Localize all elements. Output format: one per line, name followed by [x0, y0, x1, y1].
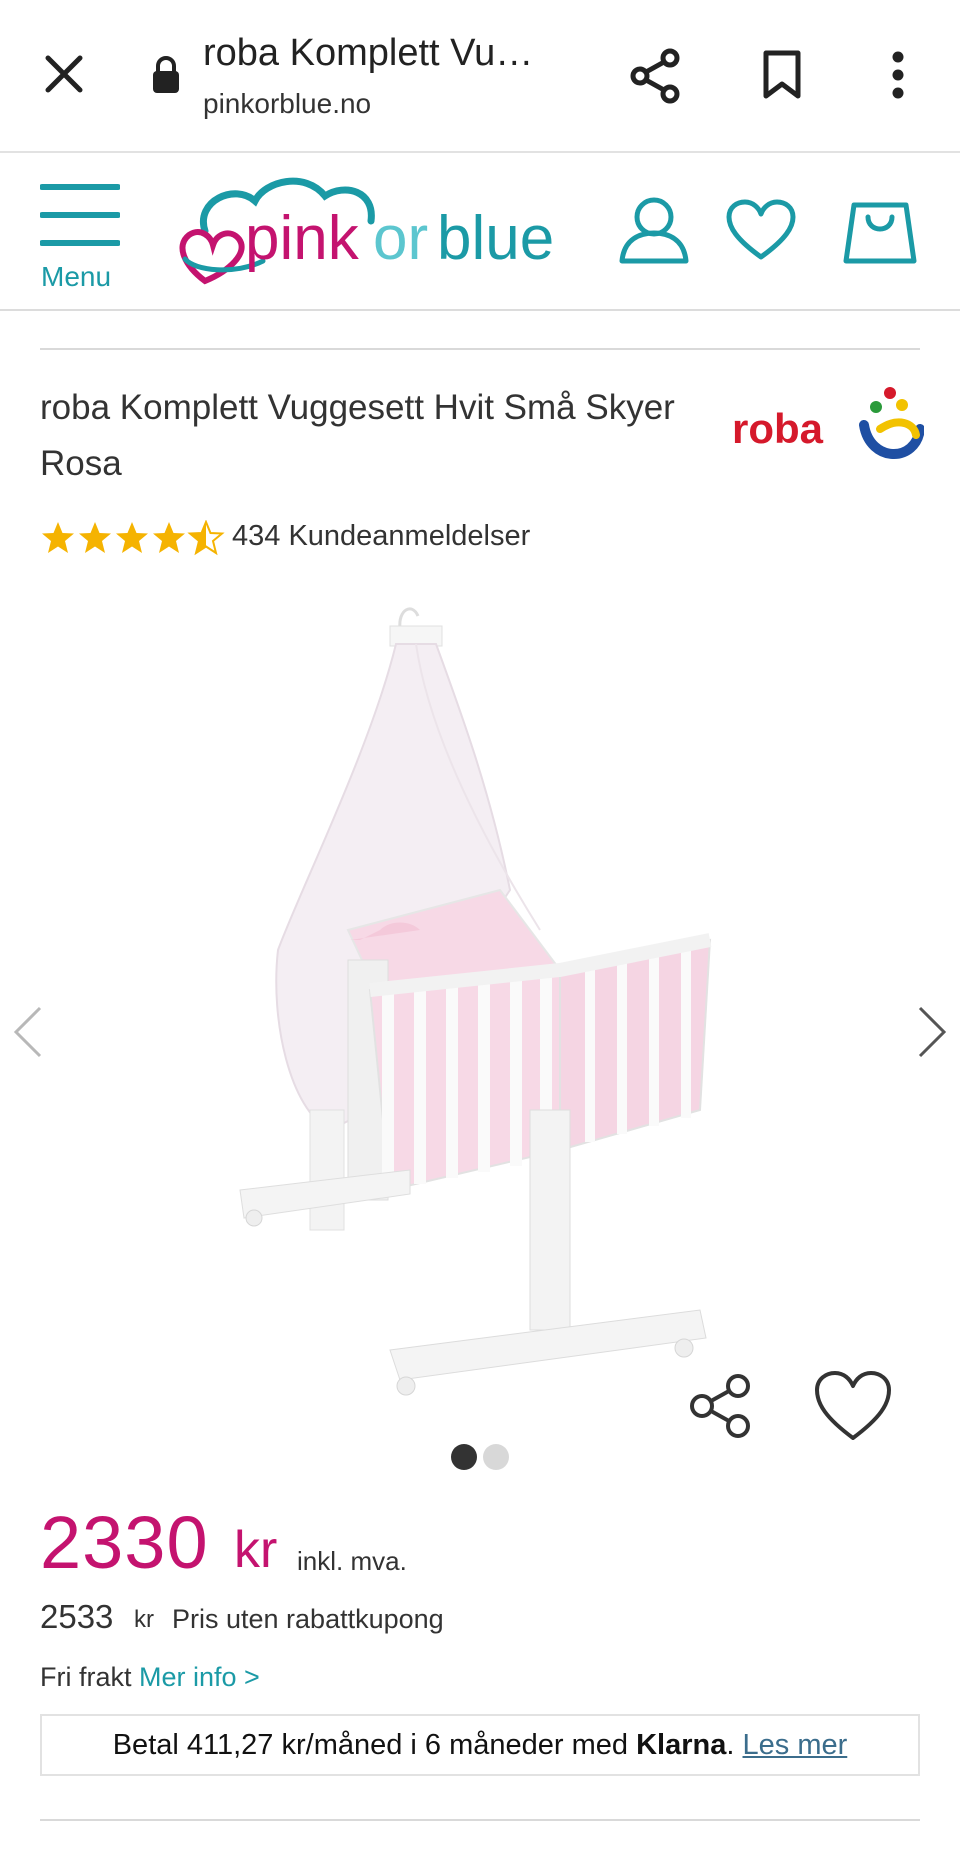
logo-text-blue: blue [437, 204, 554, 273]
klarna-brand: Klarna [636, 1729, 727, 1761]
brand-name: roba [732, 405, 824, 452]
close-icon[interactable] [44, 54, 84, 94]
shipping-info: Fri frakt Mer info > [40, 1662, 260, 1693]
old-price-currency: kr [134, 1606, 154, 1633]
star-icon [153, 522, 185, 553]
tab-title[interactable]: roba Komplett Vu… [203, 32, 533, 75]
logo-text-or: or [373, 204, 428, 273]
star-icon [42, 522, 74, 553]
favorite-heart-icon[interactable] [814, 1370, 892, 1442]
star-icon [79, 522, 111, 553]
old-price-note: Pris uten rabattkupong [172, 1604, 444, 1634]
url-domain[interactable]: pinkorblue.no [203, 88, 371, 120]
product-title: roba Komplett Vuggesett Hvit Små Skyer R… [40, 388, 675, 483]
vat-note: inkl. mva. [297, 1546, 407, 1576]
site-header: Menu pink or blue [0, 153, 960, 311]
hamburger-menu-icon[interactable] [40, 181, 120, 251]
more-info-link[interactable]: Mer info > [139, 1662, 260, 1692]
bookmark-icon[interactable] [762, 50, 802, 100]
klarna-read-more-link[interactable]: Les mer [743, 1729, 848, 1761]
klarna-banner: Betal 411,27 kr/måned i 6 måneder med Kl… [40, 1714, 920, 1776]
pinkorblue-logo[interactable]: pink or blue [175, 171, 575, 291]
share-product-icon[interactable] [688, 1372, 754, 1438]
carousel-dot[interactable] [483, 1444, 509, 1470]
divider [40, 348, 920, 350]
logo-text-pink: pink [245, 204, 360, 273]
browser-toolbar: roba Komplett Vu… pinkorblue.no [0, 0, 960, 153]
star-half-icon [187, 520, 225, 556]
shipping-label: Fri frakt [40, 1662, 132, 1692]
wishlist-heart-icon[interactable] [726, 199, 796, 261]
klarna-text: Betal 411,27 kr/måned i 6 måneder med [112, 1729, 629, 1761]
chevron-left-icon[interactable] [10, 1004, 44, 1060]
review-count[interactable]: 434 Kundeanmeldelser [232, 520, 530, 553]
shopping-bag-icon[interactable] [842, 193, 918, 265]
more-vert-icon[interactable] [890, 50, 906, 100]
star-icon [116, 522, 148, 553]
rating-stars[interactable] [40, 520, 226, 558]
account-icon[interactable] [618, 195, 690, 265]
menu-label[interactable]: Menu [41, 261, 111, 293]
price-currency: kr [234, 1521, 278, 1579]
carousel-dot-active[interactable] [451, 1444, 477, 1470]
old-price: 2533 [40, 1598, 114, 1635]
klarna-dot: . [726, 1729, 735, 1761]
roba-brand-logo[interactable]: roba [730, 383, 924, 463]
product-image[interactable] [230, 590, 730, 1420]
share-icon[interactable] [628, 48, 684, 104]
chevron-right-icon[interactable] [916, 1004, 950, 1060]
price: 2330 [40, 1501, 209, 1584]
divider [40, 1819, 920, 1821]
lock-icon [153, 56, 179, 93]
